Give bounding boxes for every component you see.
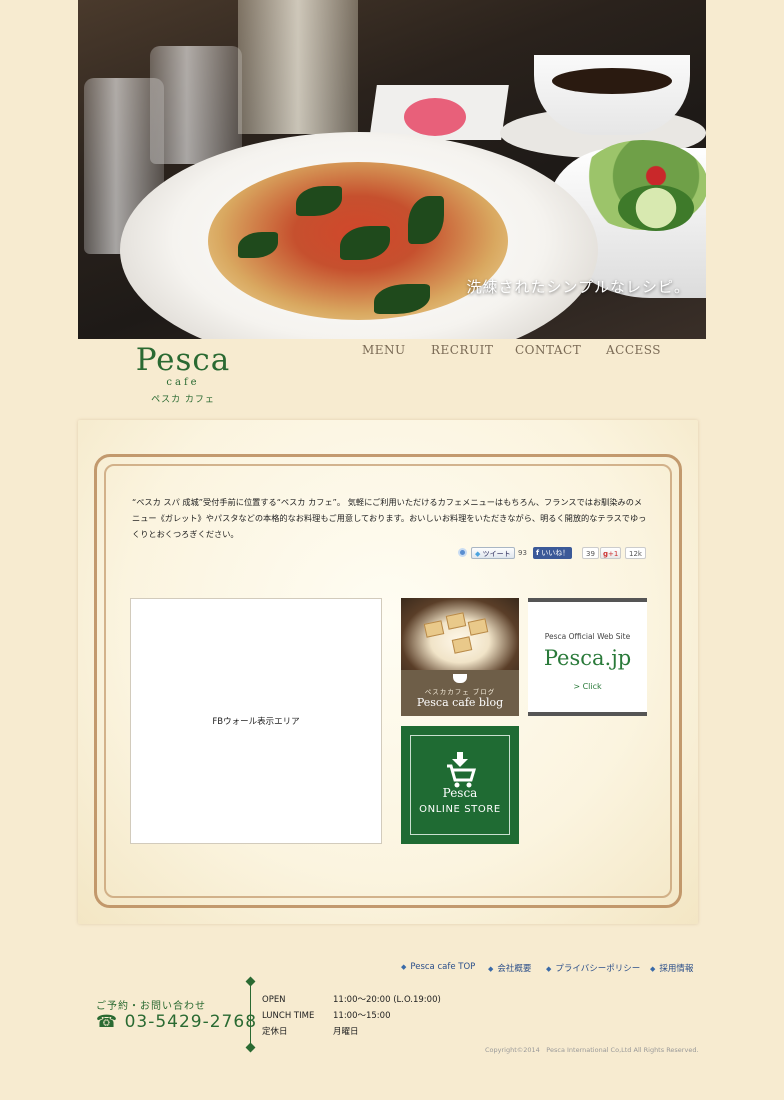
content-panel: “ペスカ スパ 成城”受付手前に位置する“ペスカ カフェ”。 気軽にご利用いただ… — [78, 420, 698, 924]
nav-contact[interactable]: CONTACT — [515, 343, 581, 357]
online-store-label: ONLINE STORE — [419, 804, 501, 815]
logo[interactable]: Pesca cafe ペスカ カフェ — [128, 342, 238, 405]
official-site-banner[interactable]: Pesca Official Web Site Pesca.jp > Click — [528, 598, 647, 716]
facebook-icon: f — [536, 549, 540, 557]
hero-cucumber — [618, 185, 694, 231]
online-store-banner[interactable]: Pesca ONLINE STORE — [401, 726, 519, 844]
contact-label: ご予約・お問い合わせ — [96, 1001, 206, 1012]
logo-subtitle: cafe — [166, 377, 200, 388]
blog-photo-cake — [445, 612, 467, 630]
social-buttons: ◆ ツイート 93 f いいね！ 39 g+1 12k — [458, 547, 648, 561]
logo-wordmark: Pesca — [135, 342, 231, 378]
footer-link-recruit[interactable]: 採用情報 — [650, 962, 693, 974]
facebook-wall-area: FBウォール表示エリア — [130, 598, 382, 844]
blog-photo — [401, 598, 519, 670]
hours-value: 月曜日 — [333, 1027, 359, 1037]
blog-banner-jp: ペスカカフェ ブログ — [424, 688, 496, 696]
coffee-cup-icon — [453, 674, 467, 683]
official-site-title: Pesca.jp — [543, 646, 632, 670]
intro-text: “ペスカ スパ 成城”受付手前に位置する“ペスカ カフェ”。 気軽にご利用いただ… — [132, 497, 647, 539]
logo-kana: ペスカ カフェ — [151, 395, 215, 405]
blog-photo-cake — [451, 636, 473, 654]
hours-label: LUNCH TIME — [262, 1011, 315, 1021]
nav-access[interactable]: ACCESS — [606, 343, 661, 357]
blog-photo-cake — [423, 620, 445, 638]
hero-coffee — [552, 68, 672, 94]
facebook-like-button[interactable]: f いいね！ — [533, 547, 573, 559]
facebook-like-label: いいね！ — [541, 549, 570, 557]
hours-value: 11:00～15:00 — [333, 1011, 391, 1021]
official-site-click: > Click — [573, 682, 602, 691]
footer-divider-dot — [245, 976, 256, 987]
google-plusone-button[interactable]: g+1 — [600, 547, 622, 559]
footer-link-top[interactable]: Pesca cafe TOP — [401, 962, 475, 972]
hero-salt-shaker — [150, 46, 242, 164]
footer-link-company[interactable]: 会社概要 — [488, 962, 531, 974]
blog-banner-title: Pesca cafe blog — [416, 696, 504, 709]
google-plusone-label: +1 — [608, 550, 619, 558]
hero-image: 洗練されたシンプルなレシピ。 — [78, 0, 706, 339]
footer-link-privacy[interactable]: プライバシーポリシー — [546, 962, 640, 974]
online-store-brand: Pesca — [442, 786, 478, 800]
nav-recruit[interactable]: RECRUIT — [431, 343, 493, 357]
google-plusone-count: 12k — [625, 547, 646, 559]
footer-divider — [250, 981, 251, 1049]
hero-caption: 洗練されたシンプルなレシピ。 — [466, 278, 690, 296]
footer-divider-dot — [245, 1042, 256, 1053]
hero-macaron — [404, 98, 466, 136]
blog-photo-cake — [467, 618, 489, 636]
nav-menu[interactable]: MENU — [362, 343, 406, 357]
mixi-check-icon[interactable] — [458, 548, 467, 557]
official-site-subtitle: Pesca Official Web Site — [544, 632, 631, 641]
shopping-cart-icon — [447, 752, 477, 788]
blog-banner[interactable]: ペスカカフェ ブログ Pesca cafe blog — [401, 598, 519, 716]
tweet-button-label: ツイート — [482, 550, 511, 558]
hours-label: 定休日 — [262, 1027, 288, 1037]
hours-value: 11:00～20:00 (L.O.19:00) — [333, 995, 441, 1005]
hero-glass — [238, 0, 358, 134]
tweet-count: 93 — [518, 549, 527, 557]
copyright: Copyright©2014 Pesca International Co,Lt… — [485, 1046, 699, 1054]
twitter-bird-icon: ◆ — [475, 550, 481, 558]
hours-label: OPEN — [262, 995, 286, 1005]
facebook-like-count: 39 — [582, 547, 599, 559]
facebook-wall-label: FBウォール表示エリア — [212, 717, 300, 727]
tweet-button[interactable]: ◆ ツイート — [471, 547, 515, 559]
contact-phone[interactable]: ☎ 03-5429-2768 — [96, 1012, 257, 1032]
